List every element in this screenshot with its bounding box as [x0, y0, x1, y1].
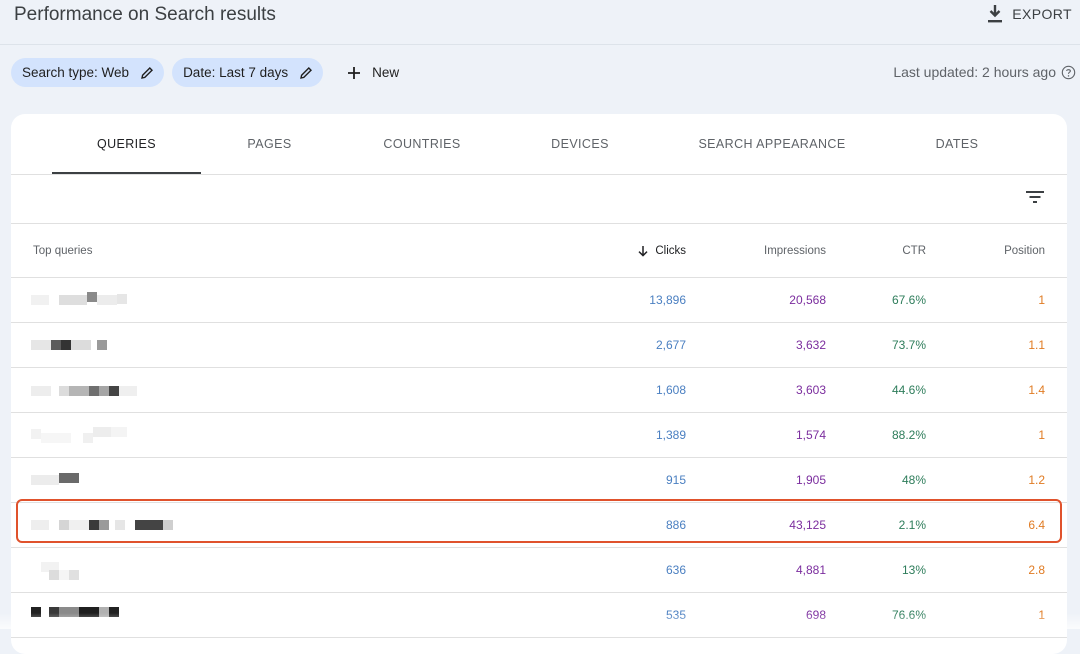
redacted-query — [31, 458, 211, 502]
last-updated-text: Last updated: 2 hours ago — [893, 64, 1056, 80]
last-updated: Last updated: 2 hours ago — [893, 64, 1076, 80]
position-value: 1.1 — [1028, 338, 1045, 352]
ctr-value: 44.6% — [891, 383, 926, 397]
tab-devices[interactable]: DEVICES — [515, 114, 645, 174]
search-type-chip[interactable]: Search type: Web — [11, 58, 165, 87]
tab-dates[interactable]: DATES — [902, 114, 1012, 174]
arrow-down-icon — [638, 245, 648, 257]
new-filter-button[interactable]: New — [337, 58, 409, 87]
clicks-value: 1,608 — [655, 383, 686, 397]
clicks-value: 13,896 — [649, 293, 686, 307]
col-position[interactable]: Position — [945, 224, 1045, 277]
table-row[interactable]: 915 1,905 48% 1.2 — [11, 458, 1067, 503]
table-row[interactable]: 13,896 20,568 67.6% 1 — [11, 278, 1067, 323]
clicks-value: 535 — [665, 608, 686, 622]
clicks-value: 1,389 — [655, 428, 686, 442]
table-row[interactable]: 1,608 3,603 44.6% 1.4 — [11, 368, 1067, 413]
redacted-query — [31, 413, 211, 457]
impressions-value: 698 — [805, 608, 826, 622]
impressions-value: 20,568 — [789, 293, 826, 307]
impressions-value: 4,881 — [795, 563, 826, 577]
export-button[interactable]: EXPORT — [986, 4, 1072, 24]
tab-search-appearance[interactable]: SEARCH APPEARANCE — [682, 114, 862, 174]
ctr-value: 73.7% — [891, 338, 926, 352]
help-icon[interactable] — [1061, 65, 1076, 80]
col-clicks[interactable]: Clicks — [586, 224, 686, 277]
position-value: 1.2 — [1028, 473, 1045, 487]
redacted-query — [31, 368, 211, 412]
table-row[interactable]: 2,677 3,632 73.7% 1.1 — [11, 323, 1067, 368]
impressions-value: 3,632 — [795, 338, 826, 352]
ctr-value: 13% — [901, 563, 926, 577]
position-value: 1 — [1038, 608, 1045, 622]
table-row[interactable]: 636 4,881 13% 2.8 — [11, 548, 1067, 593]
table-row[interactable]: 535 698 76.6% 1 — [11, 593, 1067, 638]
position-value: 1 — [1038, 428, 1045, 442]
tab-countries[interactable]: COUNTRIES — [352, 114, 492, 174]
tab-pages[interactable]: PAGES — [211, 114, 328, 174]
position-value: 6.4 — [1028, 518, 1045, 532]
date-range-chip[interactable]: Date: Last 7 days — [172, 58, 324, 87]
table-body: 13,896 20,568 67.6% 1 2,677 3,632 73.7% … — [11, 278, 1067, 638]
impressions-value: 1,574 — [795, 428, 826, 442]
clicks-value: 636 — [665, 563, 686, 577]
ctr-value: 76.6% — [891, 608, 926, 622]
edit-pencil-icon — [300, 66, 313, 79]
table-row[interactable]: 1,389 1,574 88.2% 1 — [11, 413, 1067, 458]
chip-label: Date: Last 7 days — [183, 65, 289, 80]
download-icon — [988, 5, 1003, 23]
col-top-queries[interactable]: Top queries — [33, 224, 333, 277]
export-label: EXPORT — [1012, 6, 1072, 22]
clicks-value: 2,677 — [655, 338, 686, 352]
ctr-value: 67.6% — [891, 293, 926, 307]
table-toolbar — [11, 175, 1067, 224]
col-ctr[interactable]: CTR — [826, 224, 926, 277]
ctr-value: 88.2% — [891, 428, 926, 442]
position-value: 1.4 — [1028, 383, 1045, 397]
edit-pencil-icon — [141, 66, 154, 79]
results-card: QUERIES PAGES COUNTRIES DEVICES SEARCH A… — [11, 114, 1067, 654]
redacted-query — [31, 593, 211, 637]
position-value: 1 — [1038, 293, 1045, 307]
col-impressions[interactable]: Impressions — [726, 224, 826, 277]
position-value: 2.8 — [1028, 563, 1045, 577]
redacted-query — [31, 503, 211, 547]
clicks-value: 915 — [665, 473, 686, 487]
impressions-value: 1,905 — [795, 473, 826, 487]
chip-label: Search type: Web — [22, 65, 130, 80]
dimension-tabs: QUERIES PAGES COUNTRIES DEVICES SEARCH A… — [11, 114, 1067, 175]
tab-queries[interactable]: QUERIES — [52, 114, 201, 174]
clicks-value: 886 — [665, 518, 686, 532]
col-clicks-label: Clicks — [655, 244, 686, 257]
ctr-value: 48% — [901, 473, 926, 487]
plus-icon — [348, 66, 361, 79]
impressions-value: 43,125 — [789, 518, 826, 532]
ctr-value: 2.1% — [898, 518, 926, 532]
page-title: Performance on Search results — [14, 4, 276, 25]
filter-rows-icon[interactable] — [1025, 189, 1045, 205]
impressions-value: 3,603 — [795, 383, 826, 397]
new-label: New — [372, 65, 400, 80]
filter-bar: Search type: Web Date: Last 7 days New — [11, 58, 409, 87]
top-bar: Performance on Search results EXPORT — [0, 0, 1080, 45]
redacted-query — [31, 323, 211, 367]
redacted-query — [31, 548, 211, 592]
table-row[interactable]: 886 43,125 2.1% 6.4 — [11, 503, 1067, 548]
table-header: Top queries Clicks Impressions CTR Posit… — [11, 224, 1067, 278]
redacted-query — [31, 278, 211, 322]
